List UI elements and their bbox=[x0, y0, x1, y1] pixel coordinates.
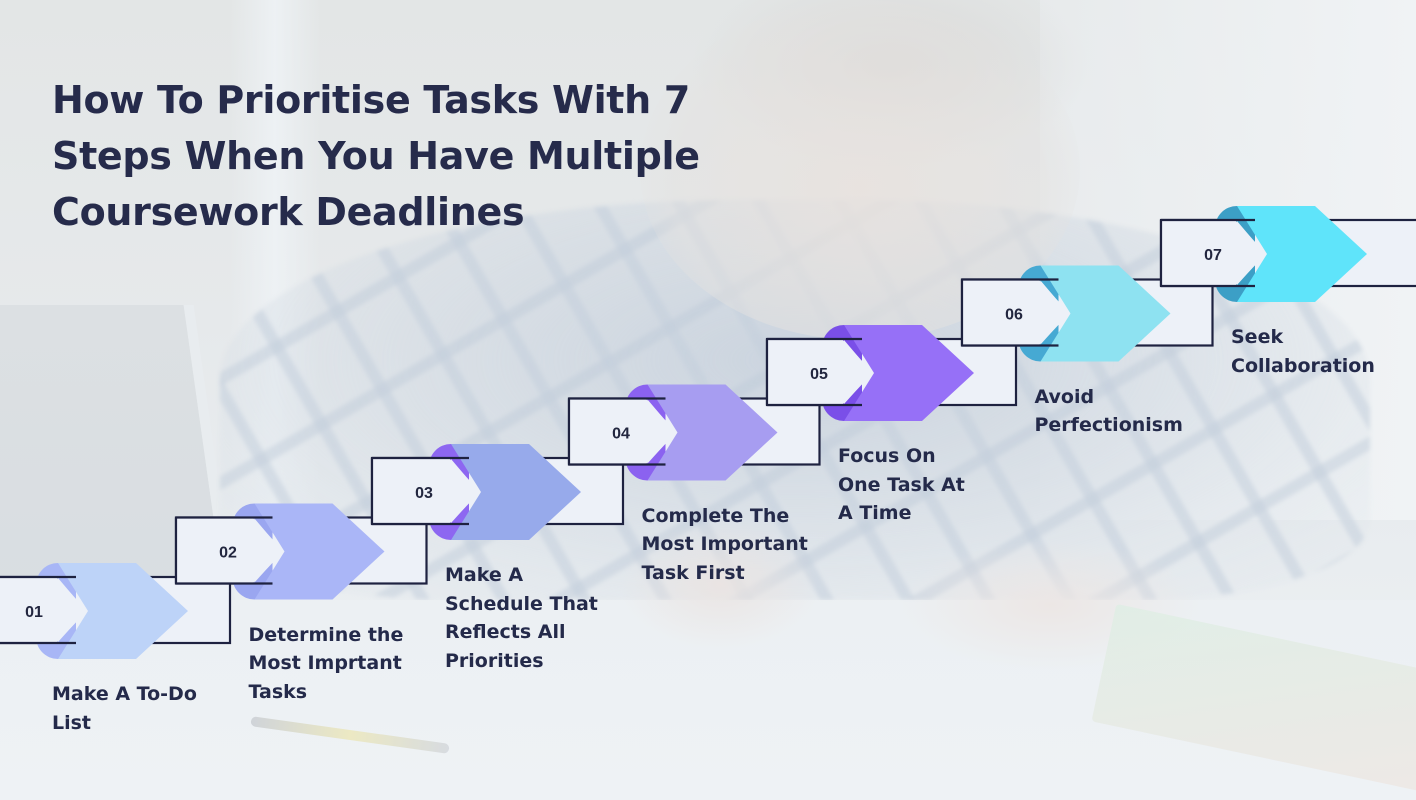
step-label-line: A Time bbox=[838, 502, 912, 524]
step-label-04: Complete The Most Important Task First bbox=[642, 502, 808, 588]
step-label-line: Complete The bbox=[641, 504, 790, 527]
step-label-line: Schedule That bbox=[445, 592, 598, 615]
step-label-06: Avoid Perfectionism bbox=[1035, 383, 1183, 440]
step-label-line: One Task At bbox=[838, 473, 965, 496]
title-line: Coursework Deadlines bbox=[52, 190, 525, 234]
step-label-05: Focus On One Task At A Time bbox=[838, 442, 965, 528]
step-label-01: Make A To-Do List bbox=[52, 680, 197, 737]
step-label-line: Determine the bbox=[248, 623, 404, 646]
step-label-line: Most Imprtant bbox=[248, 652, 402, 674]
page-title: How To Prioritise Tasks With 7 Steps Whe… bbox=[52, 72, 752, 240]
step-label-07: Seek Collaboration bbox=[1231, 323, 1375, 380]
step-label-line: Collaboration bbox=[1231, 354, 1375, 377]
step-label-line: Focus On bbox=[838, 445, 936, 467]
step-label-line: Tasks bbox=[248, 680, 308, 703]
step-label-line: Make A bbox=[445, 564, 524, 586]
step-label-line: Make A To-Do bbox=[52, 683, 197, 705]
step-label-02: Determine the Most Imprtant Tasks bbox=[249, 621, 404, 707]
step-label-line: Perfectionism bbox=[1034, 414, 1183, 436]
step-label-line: Most Important bbox=[641, 533, 808, 555]
step-label-line: Task First bbox=[641, 561, 745, 584]
step-label-03: Make A Schedule That Reflects All Prioritie… bbox=[445, 561, 598, 675]
step-label-line: Avoid bbox=[1034, 385, 1095, 408]
step-label-line: Priorities bbox=[445, 649, 544, 672]
title-line: Steps When You Have Multiple bbox=[52, 134, 700, 178]
title-line: How To Prioritise Tasks With 7 bbox=[52, 78, 690, 122]
step-label-line: Reflects All bbox=[445, 621, 566, 643]
step-label-line: Seek bbox=[1231, 326, 1284, 348]
step-label-line: List bbox=[52, 711, 92, 734]
